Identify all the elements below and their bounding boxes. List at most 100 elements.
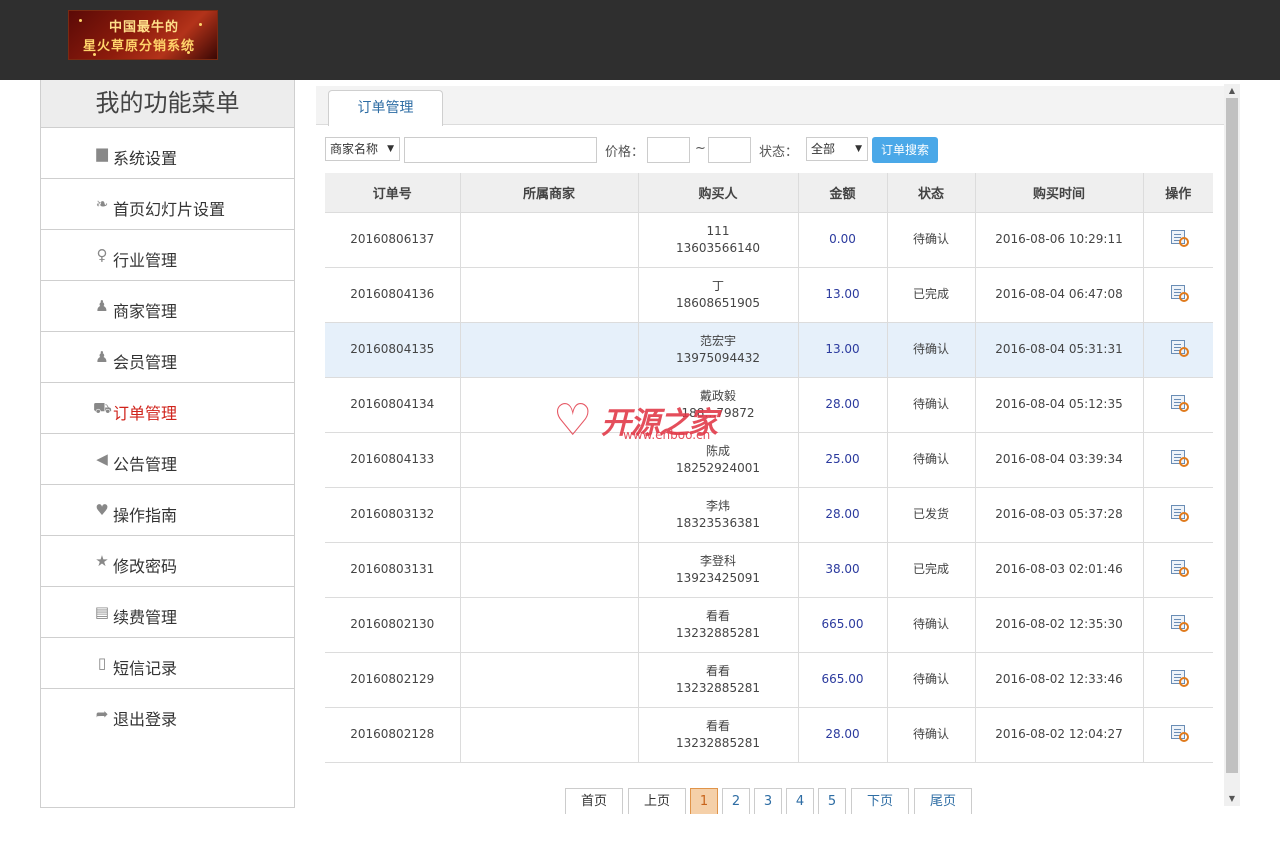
table-row[interactable]: 20160804135 范宏宇 13975094432 13.00 待确认 2016-08… [325, 322, 1213, 378]
cell-amount: 38.00 [797, 542, 887, 598]
table-row[interactable]: 20160802129 看看 13232885281 665.00 待确认 2016-08… [325, 652, 1213, 708]
pager-page-2[interactable]: 2 [722, 788, 750, 814]
sidebar-item-label: 修改密码 [113, 557, 178, 576]
view-detail-icon[interactable] [1171, 615, 1190, 632]
cell-merchant [459, 322, 638, 378]
pager-first-button[interactable]: 首页 [565, 788, 623, 814]
cell-purchase-time: 2016-08-04 05:31:31 [974, 322, 1143, 378]
view-detail-icon[interactable] [1171, 285, 1190, 302]
pager-next-button[interactable]: 下页 [851, 788, 909, 814]
sidebar-item-label: 系统设置 [113, 149, 178, 168]
price-min-input[interactable] [647, 137, 690, 163]
pager-page-5[interactable]: 5 [818, 788, 846, 814]
brand-logo[interactable]: 中国最牛的 星火草原分销系统 [68, 10, 218, 60]
header-order-no[interactable]: 订单号 [325, 173, 461, 213]
users-icon: ♟ [95, 348, 109, 366]
cell-buyer: 看看 13232885281 [637, 707, 798, 763]
sidebar-item-8[interactable]: ★ 修改密码 [41, 536, 294, 587]
sidebar-item-2[interactable]: ♀ 行业管理 [41, 230, 294, 281]
scroll-down-icon[interactable]: ▼ [1224, 792, 1240, 806]
sidebar-item-4[interactable]: ♟ 会员管理 [41, 332, 294, 383]
view-detail-icon[interactable] [1171, 340, 1190, 357]
view-detail-icon[interactable] [1171, 505, 1190, 522]
table-row[interactable]: 20160804136 丁 18608651905 13.00 已完成 2016-08-0… [325, 267, 1213, 323]
user-star-icon: ♟ [95, 297, 109, 315]
cell-status: 已完成 [886, 267, 975, 323]
pager-last-button[interactable]: 尾页 [914, 788, 972, 814]
sidebar-item-1[interactable]: ❧ 首页幻灯片设置 [41, 179, 294, 230]
sidebar-item-3[interactable]: ♟ 商家管理 [41, 281, 294, 332]
pager-prev-button[interactable]: 上页 [628, 788, 686, 814]
heart-icon: ♥ [95, 501, 109, 519]
merchant-name-input[interactable] [404, 137, 597, 163]
sidebar-item-7[interactable]: ♥ 操作指南 [41, 485, 294, 536]
view-detail-icon[interactable] [1171, 395, 1190, 412]
table-row[interactable]: 20160802128 看看 13232885281 28.00 待确认 2016-08-… [325, 707, 1213, 763]
cell-purchase-time: 2016-08-03 02:01:46 [974, 542, 1143, 598]
view-detail-icon[interactable] [1171, 670, 1190, 687]
table-row[interactable]: 20160804134 戴政毅 188…79872 28.00 待确认 2016-08-0… [325, 377, 1213, 433]
vertical-scrollbar[interactable]: ▲ ▼ [1224, 84, 1240, 806]
cell-status: 待确认 [886, 597, 975, 653]
cell-merchant [459, 267, 638, 323]
cell-order-no: 20160802128 [325, 707, 460, 763]
cell-actions [1142, 432, 1213, 488]
tab-order-management[interactable]: 订单管理 [328, 90, 443, 126]
scrollbar-thumb[interactable] [1226, 98, 1238, 773]
cell-buyer: 看看 13232885281 [637, 652, 798, 708]
pin-icon: ♀ [96, 246, 108, 264]
logo-line-1: 中国最牛的 [109, 20, 180, 35]
header-merchant[interactable]: 所属商家 [459, 173, 639, 213]
view-detail-icon[interactable] [1171, 450, 1190, 467]
view-detail-icon[interactable] [1171, 230, 1190, 247]
order-search-button[interactable]: 订单搜索 [872, 137, 938, 163]
buyer-phone: 188…79872 [681, 405, 755, 420]
cell-order-no: 20160803131 [325, 542, 460, 598]
cell-amount: 665.00 [797, 597, 887, 653]
view-detail-icon[interactable] [1171, 725, 1190, 742]
header-status[interactable]: 状态 [886, 173, 976, 213]
scroll-up-icon[interactable]: ▲ [1224, 84, 1240, 98]
buyer-name: 李登科 [699, 553, 736, 568]
sidebar-item-9[interactable]: ▤ 续费管理 [41, 587, 294, 638]
header-buyer[interactable]: 购买人 [637, 173, 799, 213]
price-range-tilde: ~ [695, 141, 706, 156]
table-row[interactable]: 20160803132 李炜 18323536381 28.00 已发货 2016-08-… [325, 487, 1213, 543]
cell-purchase-time: 2016-08-02 12:35:30 [974, 597, 1143, 653]
cell-amount: 28.00 [797, 487, 887, 543]
table-row[interactable]: 20160806137 111 13603566140 0.00 待确认 2016-08-… [325, 212, 1213, 268]
table-row[interactable]: 20160802130 看看 13232885281 665.00 待确认 2016-08… [325, 597, 1213, 653]
cell-amount: 28.00 [797, 707, 887, 763]
merchant-select[interactable]: 商家名称 ▼ [325, 137, 400, 161]
price-max-input[interactable] [708, 137, 751, 163]
buyer-phone: 18252924001 [676, 460, 760, 475]
table-row[interactable]: 20160803131 李登科 13923425091 38.00 已完成 2016-08… [325, 542, 1213, 598]
status-select[interactable]: 全部 ▼ [806, 137, 868, 161]
sidebar-item-10[interactable]: ▯ 短信记录 [41, 638, 294, 689]
table-row[interactable]: 20160804133 陈成 18252924001 25.00 待确认 2016-08-… [325, 432, 1213, 488]
buyer-phone: 13603566140 [676, 240, 760, 255]
header-actions: 操作 [1142, 173, 1213, 213]
cell-amount: 25.00 [797, 432, 887, 488]
pager-page-3[interactable]: 3 [754, 788, 782, 814]
cell-actions [1142, 652, 1213, 708]
sidebar-item-5[interactable]: ⛟ 订单管理 [41, 383, 294, 434]
tab-bar: 订单管理 [316, 86, 1224, 126]
sidebar-item-0[interactable]: ▆ 系统设置 [41, 128, 294, 179]
pager-page-4[interactable]: 4 [786, 788, 814, 814]
cell-purchase-time: 2016-08-06 10:29:11 [974, 212, 1143, 268]
pager-page-1[interactable]: 1 [690, 788, 718, 814]
cell-status: 待确认 [886, 432, 975, 488]
sidebar-item-label: 行业管理 [113, 251, 178, 270]
view-detail-icon[interactable] [1171, 560, 1190, 577]
cell-buyer: 丁 18608651905 [637, 267, 798, 323]
header-amount[interactable]: 金额 [797, 173, 888, 213]
status-select-value: 全部 [811, 142, 836, 156]
cell-amount: 28.00 [797, 377, 887, 433]
sidebar-item-6[interactable]: ◀ 公告管理 [41, 434, 294, 485]
cell-purchase-time: 2016-08-03 05:37:28 [974, 487, 1143, 543]
cell-actions [1142, 707, 1213, 763]
sidebar-item-11[interactable]: ➦ 退出登录 [41, 689, 294, 740]
cell-purchase-time: 2016-08-02 12:33:46 [974, 652, 1143, 708]
header-purchase-time[interactable]: 购买时间 [974, 173, 1144, 213]
